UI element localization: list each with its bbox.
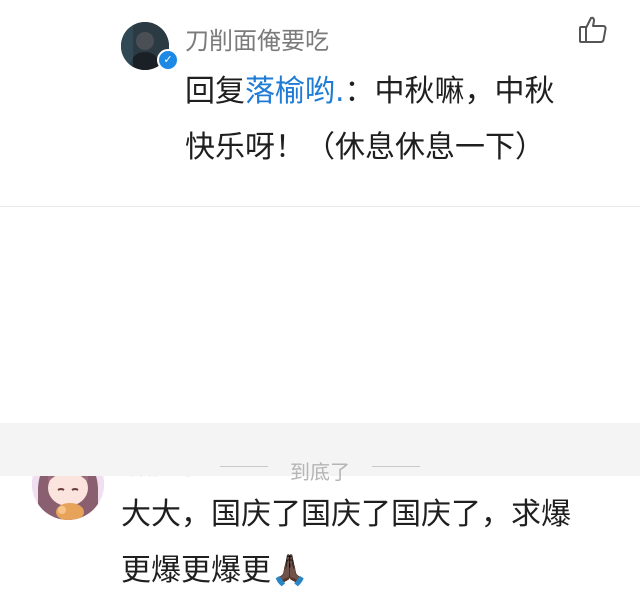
thumbs-up-icon[interactable]	[577, 14, 609, 46]
verified-check-icon: ✓	[157, 49, 179, 71]
main-comment: 落榆哟. 大大，国庆了国庆了国庆了，求爆 更爆更爆更🙏🏿	[0, 207, 640, 588]
mention-link[interactable]: 落榆哟.	[245, 74, 345, 109]
reply-prefix: 回复	[185, 74, 245, 109]
end-of-list-label: 到底了	[290, 460, 350, 484]
comment-username[interactable]: 刀削面俺要吃	[185, 26, 329, 56]
divider-line-left	[220, 466, 268, 467]
comment-text-line2: 更爆更爆更	[121, 553, 271, 588]
comment-text: 回复落榆哟.：中秋嘛，中秋 快乐呀！（休息休息一下）	[185, 64, 585, 176]
comment-text: 大大，国庆了国庆了国庆了，求爆 更爆更爆更🙏🏿	[121, 487, 611, 599]
reply-comment: ✓ 刀削面俺要吃 回复落榆哟.：中秋嘛，中秋 快乐呀！（休息休息一下）	[0, 0, 640, 206]
comment-text-line1: ：中秋嘛，中秋	[344, 74, 555, 109]
divider-line-right	[372, 466, 420, 467]
comment-text-line1: 大大，国庆了国庆了国庆了，求爆	[121, 497, 571, 532]
comment-text-line2: 快乐呀！（休息休息一下）	[185, 130, 545, 165]
praying-hands-emoji: 🙏🏿	[271, 553, 309, 588]
